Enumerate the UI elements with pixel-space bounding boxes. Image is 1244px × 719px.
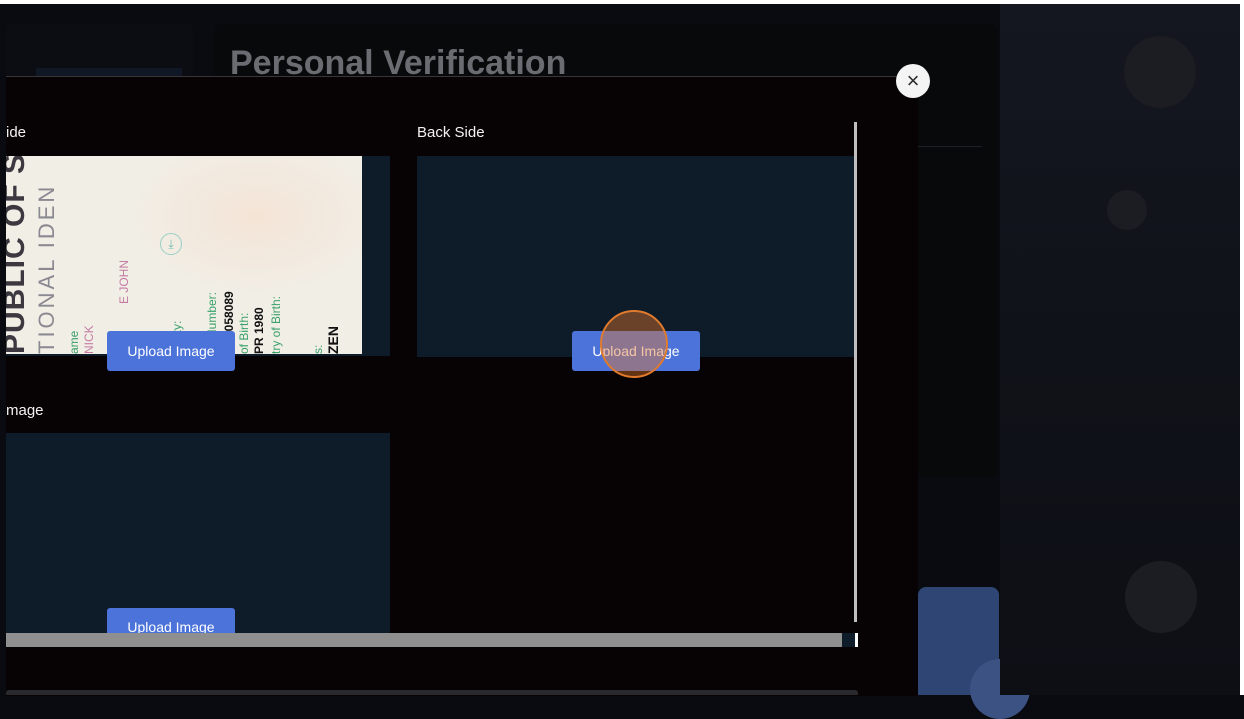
scrollbar-gap [842, 633, 855, 647]
id-republic-text: PUBLIC OF SO [6, 156, 31, 354]
front-side-drop-area[interactable]: PUBLIC OF SO TIONAL IDEN ame NICK E JOHN… [6, 156, 390, 356]
id-surname: NICK [82, 325, 96, 354]
download-icon[interactable]: ⤓ [160, 233, 182, 255]
background-divider [918, 146, 982, 147]
background-right-panel [1000, 4, 1240, 695]
modal-footer-edge [6, 690, 858, 695]
front-upload-button[interactable]: Upload Image [107, 331, 235, 371]
id-given-name: E JOHN [117, 259, 131, 304]
id-card-preview: PUBLIC OF SO TIONAL IDEN ame NICK E JOHN… [6, 156, 362, 354]
id-card-tint [126, 156, 362, 296]
close-icon[interactable]: × [896, 64, 930, 98]
decorative-circle [1124, 36, 1196, 108]
id-country-label: try of Birth: [269, 295, 283, 354]
id-status: ZEN [325, 326, 341, 354]
upload-modal: ide Back Side mage PUBLIC OF SO TIONAL I… [6, 76, 918, 696]
back-side-label: Back Side [417, 124, 485, 141]
id-national-text: TIONAL IDEN [34, 183, 59, 354]
id-status-label: s: [311, 344, 325, 354]
decorative-circle [1125, 561, 1197, 633]
front-side-label: ide [6, 124, 27, 141]
id-dob: PR 1980 [252, 307, 266, 354]
decorative-circle [1107, 190, 1147, 230]
background-blue-card [918, 587, 1030, 719]
back-side-drop-area[interactable] [417, 156, 857, 357]
third-image-label: mage [6, 402, 44, 419]
third-upload-button[interactable]: Upload Image [107, 608, 235, 635]
id-dob-label: of Birth: [237, 312, 251, 354]
scrollbar-end [855, 633, 858, 647]
back-upload-button[interactable]: Upload Image [572, 331, 700, 371]
third-image-drop-area[interactable] [6, 433, 390, 635]
id-name-label: ame [67, 330, 81, 354]
right-edge [1240, 0, 1244, 695]
horizontal-scrollbar[interactable] [6, 633, 842, 647]
page-title: Personal Verification [230, 44, 567, 82]
vertical-scrollbar[interactable] [854, 122, 857, 622]
